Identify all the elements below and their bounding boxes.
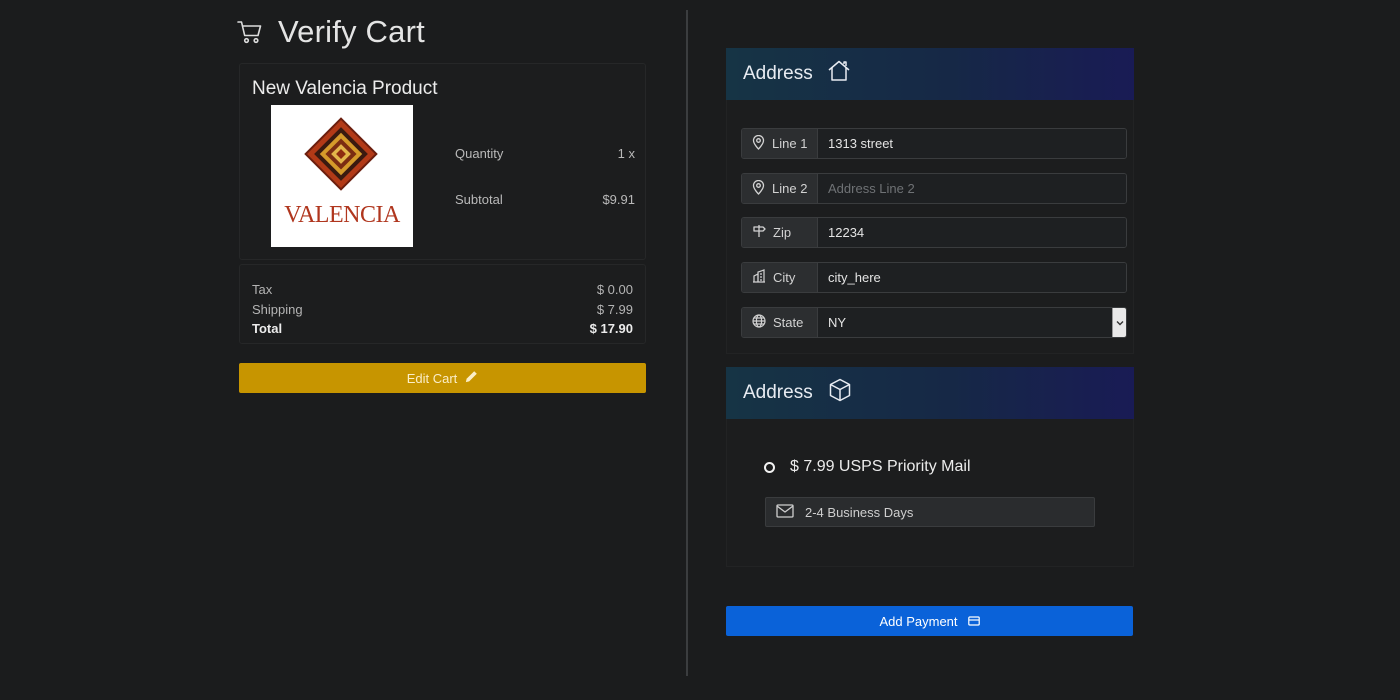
quantity-label: Quantity (455, 146, 504, 161)
shipping-option[interactable]: $ 7.99 USPS Priority Mail (764, 456, 971, 478)
state-field: State NY (741, 307, 1127, 338)
shipping-row: Shipping $ 7.99 (252, 300, 633, 320)
edit-cart-label: Edit Cart (406, 370, 458, 386)
delivery-time-badge: 2-4 Business Days (765, 497, 1095, 527)
zip-label: Zip (773, 225, 792, 240)
delivery-time-text: 2-4 Business Days (805, 504, 914, 520)
state-label-group: State (742, 308, 818, 337)
box-icon (827, 377, 853, 409)
line2-label: Line 2 (772, 181, 808, 196)
shipping-section-header: Address (726, 367, 1134, 419)
line1-label: Line 1 (772, 136, 808, 151)
shipping-value: $ 7.99 (596, 301, 633, 317)
address-line2-input[interactable] (818, 174, 1126, 203)
shipping-label: Shipping (252, 301, 303, 317)
tax-value: $ 0.00 (596, 282, 633, 297)
house-icon (827, 59, 851, 89)
product-name: New Valencia Product (252, 78, 438, 99)
globe-icon (752, 314, 766, 331)
add-payment-label: Add Payment (879, 613, 958, 629)
address-line1-field: Line 1 (741, 128, 1127, 159)
total-row: Total $ 17.90 (252, 319, 633, 339)
city-field: City (741, 262, 1127, 293)
state-select-value: NY (828, 315, 847, 330)
city-input[interactable] (818, 263, 1126, 292)
city-label: City (773, 270, 796, 285)
shipping-section-title: Address (743, 382, 813, 403)
shipping-option-radio[interactable] (764, 461, 775, 473)
shipping-option-label: $ 7.99 USPS Priority Mail (790, 458, 971, 475)
city-label-group: City (742, 263, 818, 292)
envelope-icon (776, 503, 794, 521)
valencia-logo: VALENCIA (271, 105, 413, 247)
edit-cart-button[interactable]: Edit Cart (239, 363, 646, 393)
state-label: State (773, 315, 804, 330)
address-section-header: Address (726, 48, 1134, 100)
total-value: $ 17.90 (589, 321, 633, 336)
svg-text:VALENCIA: VALENCIA (284, 202, 401, 228)
zip-input[interactable] (818, 218, 1126, 247)
state-select[interactable]: NY (818, 308, 1112, 337)
checkout-page: Verify Cart New Valencia Product VALENCI… (0, 0, 1400, 700)
map-pin-icon (752, 179, 765, 198)
map-pin-icon (752, 134, 765, 153)
tax-label: Tax (252, 282, 273, 297)
line1-label-group: Line 1 (742, 129, 818, 158)
zip-field: Zip (741, 217, 1127, 248)
zip-label-group: Zip (742, 218, 818, 247)
credit-card-icon (967, 614, 980, 629)
address-line1-input[interactable] (818, 129, 1126, 158)
quantity-row: Quantity 1 x (455, 146, 635, 166)
address-line2-field: Line 2 (741, 173, 1127, 204)
signpost-icon (752, 224, 766, 241)
line2-label-group: Line 2 (742, 174, 818, 203)
add-payment-button[interactable]: Add Payment (726, 606, 1133, 636)
subtotal-value: $9.91 (602, 192, 635, 207)
subtotal-row: Subtotal $9.91 (455, 192, 635, 212)
page-header: Verify Cart (236, 12, 425, 52)
shipping-section-body (726, 419, 1134, 567)
page-title: Verify Cart (278, 14, 425, 49)
totals-card: Tax $ 0.00 Shipping $ 7.99 Total $ 17.90 (239, 264, 646, 344)
product-image: VALENCIA (271, 105, 413, 247)
address-section-title: Address (743, 63, 813, 84)
subtotal-label: Subtotal (455, 192, 503, 207)
tax-row: Tax $ 0.00 (252, 280, 633, 300)
quantity-value: 1 x (617, 146, 635, 161)
product-card: New Valencia Product VALENCIA Quantity 1… (239, 63, 646, 260)
cart-icon (236, 18, 264, 46)
valencia-wordmark: VALENCIA (284, 202, 401, 228)
pencil-icon (465, 370, 478, 386)
column-divider (686, 10, 688, 676)
buildings-icon (752, 269, 766, 286)
chevron-down-icon[interactable] (1112, 308, 1126, 337)
total-label: Total (252, 321, 283, 336)
